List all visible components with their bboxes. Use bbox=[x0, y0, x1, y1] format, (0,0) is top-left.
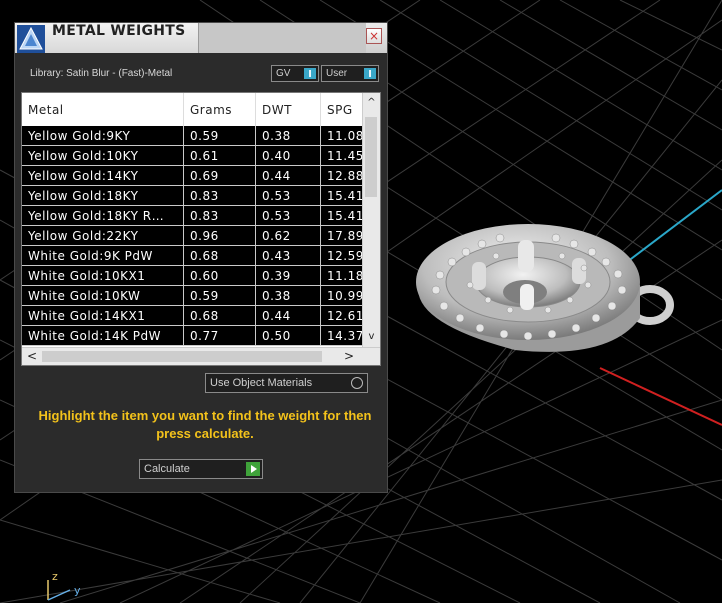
table-row[interactable]: White Gold:9K PdW 0.68 0.43 12.59 bbox=[22, 245, 374, 266]
column-header-dwt[interactable]: DWT bbox=[255, 93, 321, 126]
gv-toggle-label: GV bbox=[276, 68, 291, 79]
table-row[interactable]: White Gold:14KX1 0.68 0.44 12.61 bbox=[22, 305, 374, 326]
close-button[interactable]: × bbox=[366, 28, 382, 44]
cell-metal: White Gold:10KX1 bbox=[22, 265, 184, 286]
calculate-button[interactable]: Calculate bbox=[139, 459, 263, 479]
cell-metal: Yellow Gold:22KY bbox=[22, 225, 184, 246]
table-row[interactable]: Yellow Gold:14KY 0.69 0.44 12.88 bbox=[22, 165, 374, 186]
cell-grams: 0.69 bbox=[183, 165, 256, 186]
panel-title: METAL WEIGHTS bbox=[52, 23, 186, 39]
table-row[interactable]: White Gold:10KW 0.59 0.38 10.99 bbox=[22, 285, 374, 306]
column-header-metal[interactable]: Metal bbox=[22, 93, 184, 126]
cell-metal: Yellow Gold:10KY bbox=[22, 145, 184, 166]
cell-metal: White Gold:9K PdW bbox=[22, 245, 184, 266]
cell-grams: 0.96 bbox=[183, 225, 256, 246]
metal-weights-app-icon bbox=[17, 25, 45, 53]
table-row[interactable]: Yellow Gold:9KY 0.59 0.38 11.08 bbox=[22, 126, 374, 146]
title-bar[interactable]: METAL WEIGHTS × bbox=[15, 23, 387, 53]
cell-grams: 0.83 bbox=[183, 185, 256, 206]
cell-dwt: 0.39 bbox=[255, 265, 321, 286]
cell-metal: Yellow Gold:18KY R… bbox=[22, 205, 184, 226]
table-row[interactable]: Yellow Gold:18KY R… 0.83 0.53 15.41 bbox=[22, 205, 374, 226]
cell-grams: 0.83 bbox=[183, 205, 256, 226]
axis-z-label: z bbox=[52, 570, 58, 583]
user-toggle[interactable]: User bbox=[321, 65, 379, 82]
axis-gizmo bbox=[47, 580, 71, 601]
calculate-label: Calculate bbox=[144, 463, 190, 475]
cell-dwt: 0.44 bbox=[255, 305, 321, 326]
cell-grams: 0.59 bbox=[183, 285, 256, 306]
cell-dwt: 0.53 bbox=[255, 205, 321, 226]
library-label: Library: Satin Blur - (Fast)-Metal bbox=[30, 68, 173, 79]
cell-dwt: 0.53 bbox=[255, 185, 321, 206]
horizontal-scroll-thumb[interactable] bbox=[42, 351, 322, 362]
scroll-right-icon[interactable]: > bbox=[344, 348, 354, 365]
cell-dwt: 0.38 bbox=[255, 126, 321, 146]
metal-weights-panel: METAL WEIGHTS × Library: Satin Blur - (F… bbox=[14, 22, 388, 493]
cell-metal: Yellow Gold:18KY bbox=[22, 185, 184, 206]
instruction-text: Highlight the item you want to find the … bbox=[38, 408, 372, 441]
cell-metal: White Gold:14K PdW bbox=[22, 325, 184, 346]
use-object-materials-label: Use Object Materials bbox=[210, 377, 313, 389]
cell-grams: 0.61 bbox=[183, 145, 256, 166]
scroll-left-icon[interactable]: < bbox=[27, 348, 37, 365]
metal-table[interactable]: Metal Grams DWT SPG Yellow Gold:9KY 0.59 0… bbox=[21, 92, 381, 366]
cell-metal: Yellow Gold:9KY bbox=[22, 126, 184, 146]
horizontal-scrollbar[interactable]: < > bbox=[22, 347, 380, 365]
use-object-materials-option[interactable]: Use Object Materials bbox=[205, 373, 368, 393]
cell-metal: White Gold:14KX1 bbox=[22, 305, 184, 326]
column-header-grams[interactable]: Grams bbox=[183, 93, 256, 126]
toggle-switch-icon bbox=[304, 68, 316, 79]
cell-dwt: 0.62 bbox=[255, 225, 321, 246]
user-toggle-label: User bbox=[326, 68, 348, 79]
metal-weights-table: Metal Grams DWT SPG Yellow Gold:9KY 0.59 0… bbox=[22, 93, 374, 346]
cell-grams: 0.68 bbox=[183, 245, 256, 266]
cell-metal: White Gold:10KW bbox=[22, 285, 184, 306]
toggle-switch-icon bbox=[364, 68, 376, 79]
cell-dwt: 0.50 bbox=[255, 325, 321, 346]
table-row[interactable]: White Gold:14K PdW 0.77 0.50 14.37 bbox=[22, 325, 374, 346]
cell-grams: 0.60 bbox=[183, 265, 256, 286]
cell-grams: 0.68 bbox=[183, 305, 256, 326]
cell-dwt: 0.43 bbox=[255, 245, 321, 266]
play-arrow-icon[interactable] bbox=[246, 462, 260, 476]
vertical-scrollbar[interactable]: ^ v bbox=[362, 93, 380, 349]
cell-dwt: 0.44 bbox=[255, 165, 321, 186]
table-row[interactable]: White Gold:10KX1 0.60 0.39 11.18 bbox=[22, 265, 374, 286]
cell-grams: 0.59 bbox=[183, 126, 256, 146]
table-row[interactable]: Yellow Gold:22KY 0.96 0.62 17.89 bbox=[22, 225, 374, 246]
title-bar-spacer bbox=[199, 23, 366, 53]
scroll-down-icon[interactable]: v bbox=[363, 331, 380, 342]
table-row[interactable]: Yellow Gold:10KY 0.61 0.40 11.45 bbox=[22, 145, 374, 166]
radio-icon[interactable] bbox=[351, 377, 363, 389]
cell-dwt: 0.40 bbox=[255, 145, 321, 166]
cell-metal: Yellow Gold:14KY bbox=[22, 165, 184, 186]
scroll-up-icon[interactable]: ^ bbox=[363, 97, 380, 108]
table-row[interactable]: Yellow Gold:18KY 0.83 0.53 15.41 bbox=[22, 185, 374, 206]
axis-y-label: y bbox=[74, 584, 81, 597]
table-header-row: Metal Grams DWT SPG bbox=[22, 93, 374, 126]
x-axis-line bbox=[599, 367, 722, 426]
cell-grams: 0.77 bbox=[183, 325, 256, 346]
vertical-scroll-thumb[interactable] bbox=[365, 117, 377, 197]
cell-dwt: 0.38 bbox=[255, 285, 321, 306]
gv-toggle[interactable]: GV bbox=[271, 65, 319, 82]
